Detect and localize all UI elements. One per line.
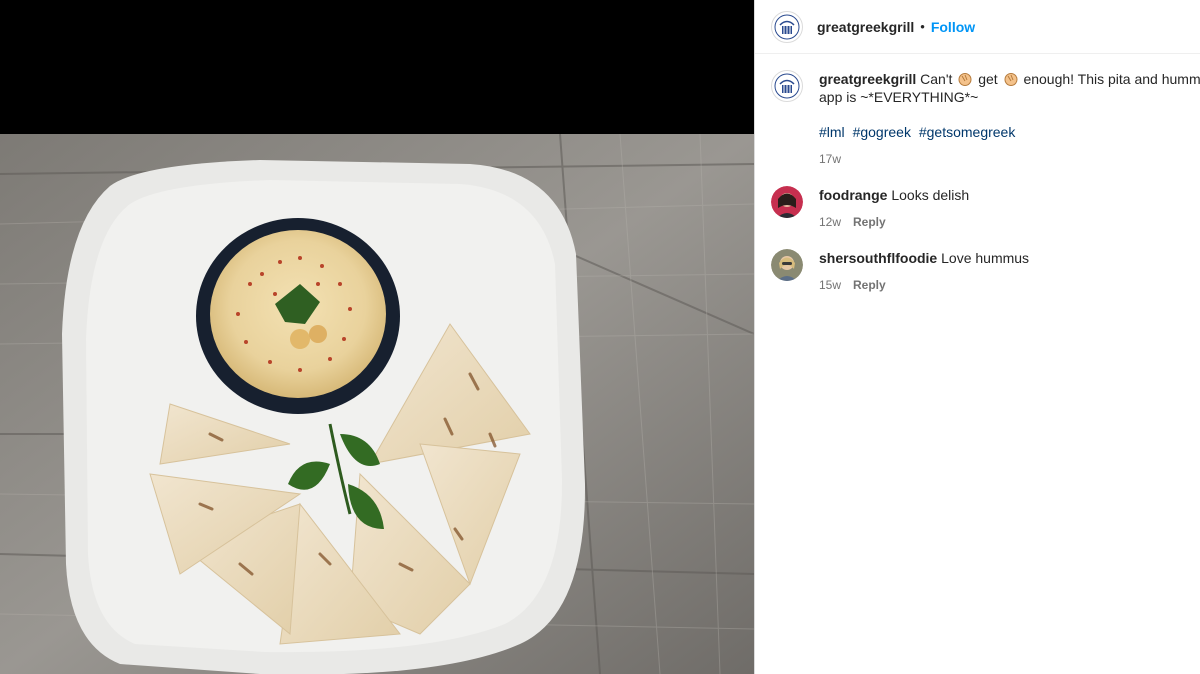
comment-timestamp[interactable]: 15w — [819, 276, 841, 294]
caption-part-2: get — [978, 71, 998, 87]
follow-button[interactable]: Follow — [931, 19, 975, 35]
comment-body: foodrange Looks delish 12w Reply — [819, 186, 1184, 231]
commenter-avatar[interactable] — [771, 249, 803, 281]
account-username[interactable]: greatgreekgrill — [817, 19, 914, 35]
hashtag-link[interactable]: #getsomegreek — [919, 124, 1016, 140]
caption-body: greatgreekgrill Can't get enough! This p… — [819, 70, 1200, 168]
instagram-post: greatgreekgrill • Follow greatgreekgrill… — [0, 0, 1200, 674]
comment-meta: 12w Reply — [819, 213, 1184, 231]
caption-hashtags: #lml #gogreek #getsomegreek — [819, 123, 1200, 141]
greatgreekgrill-logo-icon — [774, 14, 800, 39]
comment-text: Looks delish — [891, 187, 970, 203]
clapping-hands-emoji-icon — [1004, 73, 1018, 86]
post-media — [0, 0, 754, 674]
greatgreekgrill-logo-icon — [774, 73, 800, 99]
comment-item: foodrange Looks delish 12w Reply — [771, 186, 1184, 231]
caption-avatar[interactable] — [771, 70, 803, 102]
hashtag-link[interactable]: #lml — [819, 124, 845, 140]
comment-meta: 15w Reply — [819, 276, 1184, 294]
shersouthflfoodie-avatar-image — [771, 249, 803, 281]
clapping-hands-emoji-icon — [958, 73, 972, 86]
caption-part-3: enough! This pita and hummus — [1023, 71, 1200, 87]
commenter-avatar[interactable] — [771, 186, 803, 218]
caption-timestamp[interactable]: 17w — [819, 150, 841, 168]
comments-list: greatgreekgrill Can't get enough! This p… — [755, 54, 1200, 294]
foodrange-avatar-image — [771, 186, 803, 218]
comment-text: Love hummus — [941, 250, 1030, 266]
comment-timestamp[interactable]: 12w — [819, 213, 841, 231]
comment-username[interactable]: shersouthflfoodie — [819, 250, 937, 266]
reply-button[interactable]: Reply — [853, 276, 886, 294]
comment-item: shersouthflfoodie Love hummus 15w Reply — [771, 249, 1184, 294]
post-header: greatgreekgrill • Follow — [755, 0, 1200, 54]
hashtag-link[interactable]: #gogreek — [853, 124, 911, 140]
post-photo[interactable] — [0, 134, 754, 674]
comment-body: shersouthflfoodie Love hummus 15w Reply — [819, 249, 1184, 294]
reply-button[interactable]: Reply — [853, 213, 886, 231]
avatar[interactable] — [771, 10, 803, 43]
caption-text-line-2: app is ~*EVERYTHING*~ — [819, 89, 979, 105]
caption-text: greatgreekgrill Can't get enough! This p… — [819, 70, 1200, 88]
caption-username[interactable]: greatgreekgrill — [819, 71, 916, 87]
caption: greatgreekgrill Can't get enough! This p… — [771, 70, 1200, 168]
comment-username[interactable]: foodrange — [819, 187, 887, 203]
caption-meta: 17w — [819, 150, 1200, 168]
header-separator: • — [920, 19, 925, 34]
caption-part-1: Can't — [920, 71, 953, 87]
post-side-panel: greatgreekgrill • Follow greatgreekgrill… — [754, 0, 1200, 674]
